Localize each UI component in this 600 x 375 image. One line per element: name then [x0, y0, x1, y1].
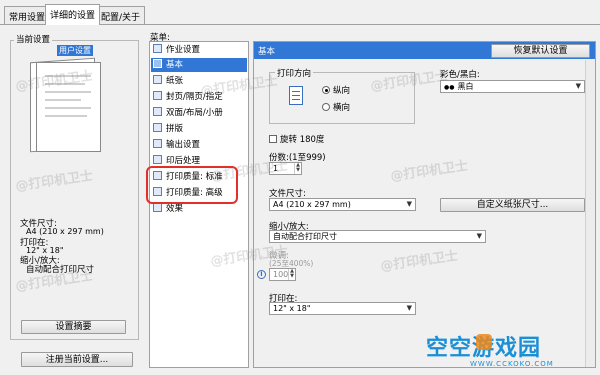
menu-item-basic[interactable]: 基本	[151, 58, 247, 72]
menu-item-job-settings[interactable]: 作业设置	[151, 43, 247, 57]
scale-select[interactable]: 自动配合打印尺寸 ▼	[269, 230, 486, 243]
pane-header: 基本	[258, 47, 276, 57]
register-settings-button[interactable]: 注册当前设置...	[21, 352, 133, 367]
color-mode-select[interactable]: ●● 黑白 ▼	[440, 80, 585, 93]
portrait-radio-dot	[322, 86, 330, 94]
chevron-down-icon: ▼	[476, 232, 482, 240]
menu-item-imposition[interactable]: 拼版	[151, 122, 247, 136]
job-icon	[153, 44, 162, 53]
paper-icon	[153, 75, 162, 84]
info-paper-size-value: A4 (210 x 297 mm)	[26, 227, 104, 236]
landscape-radio[interactable]: 横向	[322, 101, 350, 113]
output-icon	[153, 139, 162, 148]
duplex-icon	[153, 107, 162, 116]
menu-item-duplex[interactable]: 双面/布局/小册	[151, 106, 247, 120]
info-icon: i	[257, 270, 266, 279]
brand-logo-mark-icon	[476, 334, 492, 350]
cover-icon	[153, 91, 162, 100]
rotate-checkbox-box	[269, 135, 277, 143]
brand-url: WWW.CCKOKO.COM	[470, 360, 554, 368]
user-settings-badge: 用户设置	[57, 45, 93, 56]
tab-common-settings[interactable]: 常用设置	[4, 6, 51, 24]
custom-paper-size-button[interactable]: 自定义纸张尺寸...	[440, 198, 585, 212]
menu-item-output[interactable]: 输出设置	[151, 138, 247, 152]
stepper-arrows-icon: ▲ ▼	[288, 269, 295, 280]
restore-defaults-button[interactable]: 恢复默认设置	[491, 44, 590, 58]
print-on-select[interactable]: 12" x 18" ▼	[269, 302, 416, 315]
basic-icon	[153, 59, 162, 68]
portrait-preview-icon	[289, 86, 303, 105]
tab-config-about[interactable]: 配置/关于	[96, 6, 146, 24]
pane-scrollbar[interactable]	[585, 60, 595, 367]
current-settings-label: 当前设置	[14, 33, 53, 45]
imposition-icon	[153, 123, 162, 132]
orientation-label: 打印方向	[275, 67, 314, 79]
finishing-icon	[153, 155, 162, 164]
zoom-stepper: 100 ▲ ▼	[269, 268, 296, 281]
summary-button[interactable]: 设置摘要	[21, 320, 126, 334]
print-preferences-window: 常用设置 详细的设置 配置/关于 当前设置 用户设置 文件尺寸: A4 (210…	[0, 0, 600, 375]
paper-size-select[interactable]: A4 (210 x 297 mm) ▼	[269, 198, 416, 211]
effects-icon	[153, 203, 162, 212]
tab-detailed-settings[interactable]: 详细的设置	[45, 4, 101, 25]
landscape-radio-dot	[322, 103, 330, 111]
chevron-down-icon: ▼	[575, 82, 581, 90]
color-mode-icon: ●●	[444, 84, 455, 91]
chevron-down-icon: ▼	[406, 304, 412, 312]
rotate-checkbox[interactable]: 旋转 180度	[269, 133, 324, 145]
menu-item-effects[interactable]: 效果	[151, 202, 247, 216]
stepper-arrows-icon[interactable]: ▲ ▼	[294, 163, 301, 174]
portrait-radio[interactable]: 纵向	[322, 84, 350, 96]
chevron-down-icon: ▼	[406, 200, 412, 208]
